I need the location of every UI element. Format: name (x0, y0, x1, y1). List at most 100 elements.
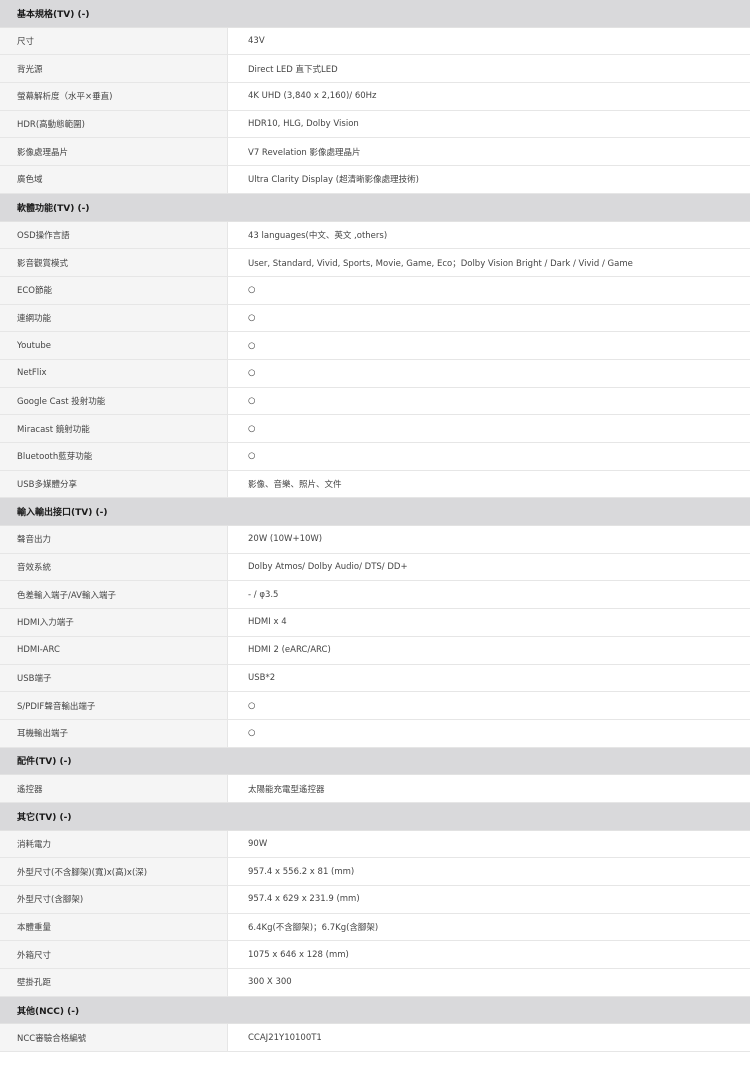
section-header: 輸入輸出接口(TV) (-) (0, 498, 750, 527)
spec-label: NCC審驗合格編號 (0, 1024, 228, 1052)
spec-value: ○ (228, 359, 750, 387)
spec-row: Bluetooth藍芽功能 ○ (0, 443, 750, 471)
spec-row: 遙控器 太陽能充電型遙控器 (0, 775, 750, 803)
spec-row: 消耗電力 90W (0, 830, 750, 859)
spec-row: 耳機輸出端子 ○ (0, 719, 750, 748)
spec-row: Youtube ○ (0, 332, 750, 360)
spec-value: ○ (228, 719, 750, 747)
spec-row: 螢幕解析度（水平×垂直) 4K UHD (3,840 x 2,160)/ 60Hz (0, 83, 750, 111)
spec-label: 耳機輸出端子 (0, 719, 228, 747)
spec-row: HDMI入力端子 HDMI x 4 (0, 609, 750, 637)
spec-label: 連網功能 (0, 304, 228, 332)
spec-label: Youtube (0, 332, 228, 359)
spec-label: S/PDIF聲音輸出端子 (0, 692, 228, 719)
spec-row: 尺寸 43V (0, 27, 750, 56)
spec-label: 背光源 (0, 55, 228, 83)
spec-label: 外型尺寸(不含腳架)(寬)x(高)x(深) (0, 858, 228, 885)
spec-label: 影像處理晶片 (0, 138, 228, 166)
spec-label: 本體重量 (0, 913, 228, 941)
spec-value: 90W (228, 830, 750, 858)
spec-row: HDMI-ARC HDMI 2 (eARC/ARC) (0, 636, 750, 665)
spec-row: 外型尺寸(不含腳架)(寬)x(高)x(深) 957.4 x 556.2 x 81 … (0, 858, 750, 886)
spec-row: USB多媒體分享 影像、音樂、照片、文件 (0, 470, 750, 499)
spec-row: OSD操作言語 43 languages(中文、英文 ,others) (0, 221, 750, 250)
spec-value: USB*2 (228, 664, 750, 692)
spec-value: CCAJ21Y10100T1 (228, 1024, 750, 1052)
spec-row: NetFlix ○ (0, 359, 750, 388)
spec-row: S/PDIF聲音輸出端子 ○ (0, 692, 750, 720)
spec-label: HDMI入力端子 (0, 609, 228, 636)
spec-label: HDMI-ARC (0, 636, 228, 664)
spec-row: NCC審驗合格編號 CCAJ21Y10100T1 (0, 1024, 750, 1053)
spec-label: 壁掛孔距 (0, 969, 228, 996)
spec-label: 影音觀賞模式 (0, 249, 228, 276)
spec-value: 20W (10W+10W) (228, 526, 750, 553)
spec-row: 外箱尺寸 1075 x 646 x 128 (mm) (0, 941, 750, 970)
spec-label: HDR(高動態範圍) (0, 110, 228, 138)
spec-label: 尺寸 (0, 27, 228, 55)
spec-row: Miracast 鏡射功能 ○ (0, 415, 750, 443)
spec-value: ○ (228, 692, 750, 719)
spec-label: ECO節能 (0, 276, 228, 304)
spec-label: 消耗電力 (0, 830, 228, 858)
spec-value: 4K UHD (3,840 x 2,160)/ 60Hz (228, 83, 750, 110)
spec-value: HDMI 2 (eARC/ARC) (228, 636, 750, 664)
spec-value: ○ (228, 443, 750, 470)
spec-value: HDMI x 4 (228, 609, 750, 636)
spec-value: HDR10, HLG, Dolby Vision (228, 110, 750, 138)
section-header: 軟體功能(TV) (-) (0, 193, 750, 222)
spec-label: Google Cast 投射功能 (0, 387, 228, 415)
spec-value: 957.4 x 556.2 x 81 (mm) (228, 858, 750, 885)
spec-label: 廣色域 (0, 166, 228, 193)
section-header: 其他(NCC) (-) (0, 996, 750, 1025)
spec-value: User, Standard, Vivid, Sports, Movie, Ga… (228, 249, 750, 276)
spec-label: USB多媒體分享 (0, 470, 228, 498)
spec-value: ○ (228, 415, 750, 442)
spec-value: 6.4Kg(不含腳架)；6.7Kg(含腳架) (228, 913, 750, 941)
spec-label: USB端子 (0, 664, 228, 692)
spec-label: 外箱尺寸 (0, 941, 228, 969)
spec-label: 螢幕解析度（水平×垂直) (0, 83, 228, 110)
spec-row: 廣色域 Ultra Clarity Display (超清晰影像處理技術) (0, 166, 750, 194)
spec-label: Bluetooth藍芽功能 (0, 443, 228, 470)
spec-value: Dolby Atmos/ Dolby Audio/ DTS/ DD+ (228, 553, 750, 581)
spec-value: 影像、音樂、照片、文件 (228, 470, 750, 498)
spec-row: 音效系統 Dolby Atmos/ Dolby Audio/ DTS/ DD+ (0, 553, 750, 582)
spec-label: 聲音出力 (0, 526, 228, 553)
spec-value: ○ (228, 304, 750, 332)
spec-label: 音效系統 (0, 553, 228, 581)
spec-value: 1075 x 646 x 128 (mm) (228, 941, 750, 969)
spec-label: 外型尺寸(含腳架) (0, 886, 228, 913)
spec-label: 遙控器 (0, 775, 228, 802)
spec-row: 外型尺寸(含腳架) 957.4 x 629 x 231.9 (mm) (0, 886, 750, 914)
spec-value: 300 X 300 (228, 969, 750, 996)
spec-value: Direct LED 直下式LED (228, 55, 750, 83)
spec-row: 影音觀賞模式 User, Standard, Vivid, Sports, Mov… (0, 249, 750, 277)
spec-label: OSD操作言語 (0, 221, 228, 249)
spec-value: 太陽能充電型遙控器 (228, 775, 750, 802)
spec-value: - / φ3.5 (228, 581, 750, 609)
spec-row: 壁掛孔距 300 X 300 (0, 969, 750, 997)
section-header: 其它(TV) (-) (0, 802, 750, 831)
spec-value: 957.4 x 629 x 231.9 (mm) (228, 886, 750, 913)
spec-label: NetFlix (0, 359, 228, 387)
spec-value: Ultra Clarity Display (超清晰影像處理技術) (228, 166, 750, 193)
spec-value: V7 Revelation 影像處理晶片 (228, 138, 750, 166)
spec-row: 聲音出力 20W (10W+10W) (0, 526, 750, 554)
spec-label: 色差輸入端子/AV輸入端子 (0, 581, 228, 609)
spec-row: 連網功能 ○ (0, 304, 750, 333)
spec-value: 43V (228, 27, 750, 55)
section-header: 配件(TV) (-) (0, 747, 750, 776)
spec-row: 色差輸入端子/AV輸入端子 - / φ3.5 (0, 581, 750, 610)
spec-row: USB端子 USB*2 (0, 664, 750, 693)
spec-row: 影像處理晶片 V7 Revelation 影像處理晶片 (0, 138, 750, 167)
section-header: 基本規格(TV) (-) (0, 0, 750, 28)
spec-row: 本體重量 6.4Kg(不含腳架)；6.7Kg(含腳架) (0, 913, 750, 942)
spec-value: ○ (228, 276, 750, 304)
spec-row: HDR(高動態範圍) HDR10, HLG, Dolby Vision (0, 110, 750, 139)
spec-row: ECO節能 ○ (0, 276, 750, 305)
spec-row: 背光源 Direct LED 直下式LED (0, 55, 750, 84)
spec-row: Google Cast 投射功能 ○ (0, 387, 750, 416)
spec-value: ○ (228, 387, 750, 415)
spec-value: ○ (228, 332, 750, 359)
